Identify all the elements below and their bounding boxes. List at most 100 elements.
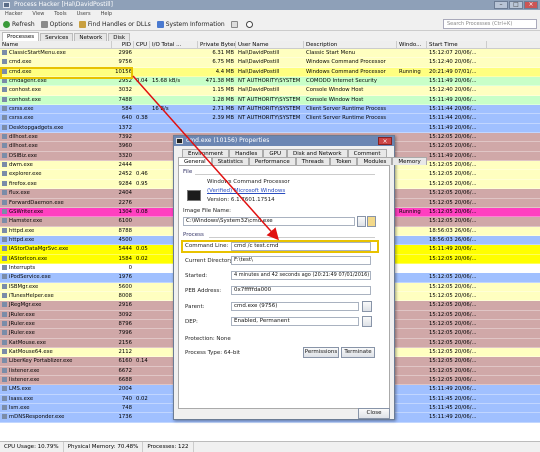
- cell-win: [397, 199, 427, 207]
- cell-name: mDNSResponder.exe: [0, 413, 112, 421]
- tab-performance[interactable]: Performance: [248, 157, 296, 165]
- dep-field[interactable]: Enabled, Permanent: [231, 317, 359, 326]
- column-header-cpu[interactable]: CPU: [134, 41, 150, 48]
- current-directory-field[interactable]: F:\test\: [231, 256, 371, 265]
- file-company-link[interactable]: (Verified) Microsoft Windows: [207, 188, 285, 194]
- cell-cpu: [134, 339, 150, 347]
- maximize-button[interactable]: □: [509, 1, 523, 9]
- dep-edit-button[interactable]: [362, 316, 372, 327]
- tab-disk[interactable]: Disk: [108, 33, 131, 41]
- started-field[interactable]: 4 minutes and 42 seconds ago (20:21:49 0…: [231, 271, 371, 280]
- menu-view[interactable]: View: [27, 10, 49, 18]
- process-icon: [2, 349, 7, 354]
- process-row[interactable]: cmdagent.exe 2952 0.04 15.68 kB/s 471.38 MB N…: [0, 77, 540, 87]
- minimize-button[interactable]: –: [494, 1, 508, 9]
- cell-name: cmd.exe: [0, 58, 112, 66]
- refresh-button[interactable]: Refresh: [0, 19, 38, 30]
- tab-token[interactable]: Token: [329, 157, 358, 165]
- dialog-close-button[interactable]: Close: [358, 408, 390, 419]
- process-row[interactable]: csrss.exe 640 0.38 2.39 MB NT AUTHORITY\SYST…: [0, 114, 540, 124]
- cell-name: IAStorIcon.exe: [0, 255, 112, 263]
- column-header-start-time[interactable]: Start Time: [427, 41, 487, 48]
- process-name: JRuler.exe: [9, 330, 35, 337]
- peb-address-field[interactable]: 0x7fffffda000: [231, 286, 371, 295]
- tab-network[interactable]: Network: [74, 33, 108, 41]
- cell-start: 15:12:05 20/06/...: [429, 199, 477, 206]
- tab-environment[interactable]: Environment: [182, 149, 230, 157]
- close-window-button[interactable]: ×: [524, 1, 538, 9]
- cell-cpu: 0.02: [136, 395, 148, 402]
- parent-field[interactable]: cmd.exe (9756): [231, 302, 359, 311]
- column-header-window-status[interactable]: Windo...: [397, 41, 427, 48]
- process-row[interactable]: Desktopgadgets.exe 1372 15:11:49 20/06/...: [0, 123, 540, 134]
- tab-threads[interactable]: Threads: [295, 157, 330, 165]
- tab-statistics[interactable]: Statistics: [211, 157, 249, 165]
- process-icon: [2, 283, 7, 289]
- tab-memory[interactable]: Memory: [392, 157, 427, 165]
- tab-services[interactable]: Services: [40, 33, 74, 41]
- process-row[interactable]: cmd.exe 9756 6.75 MB Hal\DavidPostill Window…: [0, 58, 540, 68]
- tab-disk-network[interactable]: Disk and Network: [287, 149, 348, 157]
- window-title: Process Hacker [Hal\DavidPostill]: [14, 1, 113, 8]
- menu-tools[interactable]: Tools: [49, 10, 71, 18]
- menu-users[interactable]: Users: [72, 10, 96, 18]
- crosshair-button[interactable]: [243, 19, 258, 30]
- open-folder-button[interactable]: [367, 216, 376, 227]
- inspect-button[interactable]: [357, 216, 366, 227]
- process-name: iTunesHelper.exe: [9, 292, 54, 299]
- cell-name: flux.exe: [0, 189, 112, 197]
- tab-comment[interactable]: Comment: [347, 149, 387, 157]
- cell-cpu: [134, 199, 150, 207]
- cell-win: [397, 264, 427, 272]
- cell-pid: 640: [121, 115, 132, 122]
- options-button[interactable]: Options: [38, 19, 76, 30]
- menu-help[interactable]: Help: [96, 10, 117, 18]
- parent-details-button[interactable]: [362, 301, 372, 312]
- cell-cpu: [134, 264, 150, 272]
- tab-gpu[interactable]: GPU: [263, 149, 287, 157]
- terminate-button[interactable]: Terminate: [341, 347, 375, 358]
- cell-win: [397, 385, 427, 393]
- tab-processes[interactable]: Processes: [2, 32, 40, 41]
- cell-pid: 6672: [118, 367, 132, 374]
- tab-handles[interactable]: Handles: [229, 149, 264, 157]
- menu-hacker[interactable]: Hacker: [0, 10, 27, 18]
- column-header-name[interactable]: Name: [0, 41, 112, 48]
- command-line-field[interactable]: cmd /c test.cmd: [231, 242, 371, 251]
- permissions-button[interactable]: Permissions: [303, 347, 339, 358]
- search-input[interactable]: Search Processes (Ctrl+K): [443, 19, 537, 29]
- cell-io: [150, 68, 198, 76]
- cell-user: NT AUTHORITY\SYSTEM: [238, 96, 301, 103]
- dialog-close-x-button[interactable]: ×: [378, 137, 392, 145]
- process-row[interactable]: conhost.exe 7488 1.28 MB NT AUTHORITY\SYSTE…: [0, 95, 540, 106]
- cell-start: 15:12:05 20/06/...: [429, 377, 477, 384]
- cell-cpu: [134, 385, 150, 393]
- cell-priv: 2.71 MB: [212, 106, 234, 113]
- system-info-button[interactable]: System Information: [154, 19, 228, 30]
- column-header-private-bytes[interactable]: Private Bytes: [198, 41, 236, 48]
- column-header-description[interactable]: Description: [304, 41, 397, 48]
- cell-name: ForwardDaemon.exe: [0, 199, 112, 207]
- process-row[interactable]: ClassicStartMenu.exe 2996 6.31 MB Hal\David…: [0, 49, 540, 59]
- column-header-user-name[interactable]: User Name: [236, 41, 304, 48]
- tab-modules[interactable]: Modules: [357, 157, 393, 165]
- cell-start: 15:12:05 20/06/...: [429, 180, 477, 187]
- window-button[interactable]: [228, 19, 243, 30]
- column-header-io[interactable]: I/O Total ...: [150, 41, 198, 48]
- tab-general[interactable]: General: [178, 157, 212, 165]
- cell-win: [397, 245, 427, 253]
- process-name: JRegMgr.exe: [9, 302, 42, 309]
- cell-name: firefox.exe: [0, 180, 112, 188]
- image-path-field[interactable]: C:\Windows\System32\cmd.exe: [183, 217, 355, 226]
- cell-win: [397, 311, 427, 319]
- cell-cpu: [134, 301, 150, 309]
- process-row[interactable]: csrss.exe 584 16 B/s 2.71 MB NT AUTHORITY\SY…: [0, 105, 540, 115]
- process-row[interactable]: conhost.exe 3032 1.15 MB Hal\DavidPostill Co…: [0, 86, 540, 96]
- process-row[interactable]: cmd.exe 10156 4.4 MB Hal\DavidPostill Window…: [0, 67, 540, 78]
- cell-name: Hamster.exe: [0, 217, 112, 225]
- column-header-pid[interactable]: PID: [112, 41, 134, 48]
- process-icon: [2, 190, 7, 196]
- find-handles-button[interactable]: Find Handles or DLLs: [76, 19, 154, 30]
- cell-user: NT AUTHORITY\SYSTEM: [238, 78, 301, 85]
- cell-pid: 3032: [118, 87, 132, 94]
